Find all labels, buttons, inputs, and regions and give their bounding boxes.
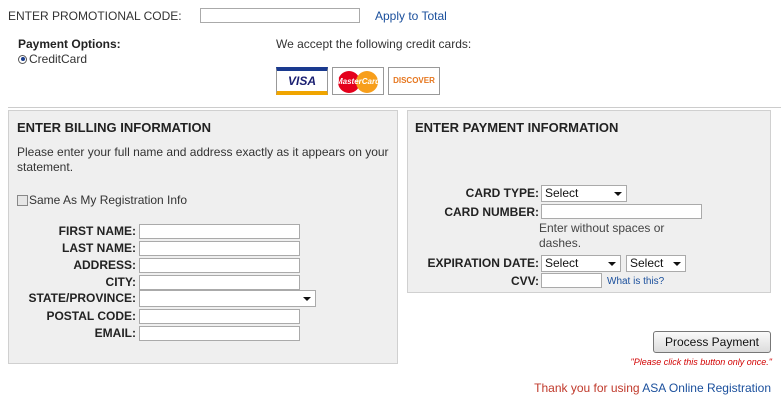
billing-panel: ENTER BILLING INFORMATION Please enter y…	[8, 110, 398, 364]
expiration-date-label: EXPIRATION DATE:	[427, 256, 539, 270]
accepted-cards-text: We accept the following credit cards:	[276, 37, 472, 51]
postal-code-input[interactable]	[139, 309, 300, 324]
state-province-label: STATE/PROVINCE:	[28, 291, 136, 305]
same-as-registration-option[interactable]: Same As My Registration Info	[17, 193, 187, 207]
thank-you-text: Thank you for using ASA Online Registrat…	[440, 381, 771, 395]
expiration-month-value: Select	[545, 256, 579, 270]
chevron-down-icon	[608, 262, 616, 266]
promo-code-input[interactable]	[200, 8, 360, 23]
address-label: ADDRESS:	[73, 258, 136, 272]
email-label: EMAIL:	[94, 326, 136, 340]
cvv-label: CVV:	[510, 274, 539, 288]
address-input[interactable]	[139, 258, 300, 273]
expiration-year-value: Select	[630, 256, 664, 270]
section-divider	[8, 107, 781, 108]
click-once-warning: "Please click this button only once."	[630, 357, 772, 367]
payment-options-title: Payment Options:	[18, 37, 121, 51]
payment-panel: ENTER PAYMENT INFORMATION CARD TYPE: Sel…	[407, 110, 771, 293]
creditcard-radio-label: CreditCard	[29, 52, 88, 66]
city-input[interactable]	[139, 275, 300, 290]
payment-title: ENTER PAYMENT INFORMATION	[415, 120, 619, 135]
card-type-value: Select	[545, 186, 579, 200]
billing-instructions: Please enter your full name and address …	[17, 145, 389, 174]
state-province-select[interactable]	[139, 290, 316, 307]
creditcard-radio-option[interactable]: CreditCard	[18, 52, 87, 66]
mastercard-logo: MasterCard	[332, 67, 384, 95]
card-type-select[interactable]: Select	[541, 185, 627, 202]
card-type-label: CARD TYPE:	[465, 186, 539, 200]
same-as-registration-checkbox[interactable]	[17, 194, 28, 206]
last-name-label: LAST NAME:	[62, 241, 136, 255]
promo-code-label: ENTER PROMOTIONAL CODE:	[8, 9, 182, 23]
first-name-label: FIRST NAME:	[58, 224, 136, 238]
same-as-registration-label: Same As My Registration Info	[29, 193, 188, 207]
visa-logo: VISA	[276, 67, 328, 95]
first-name-input[interactable]	[139, 224, 300, 239]
chevron-down-icon	[614, 192, 622, 196]
card-number-label: CARD NUMBER:	[444, 205, 539, 219]
card-number-input[interactable]	[541, 204, 702, 219]
creditcard-radio[interactable]	[18, 54, 27, 64]
chevron-down-icon	[673, 262, 681, 266]
email-input[interactable]	[139, 326, 300, 341]
card-number-hint: Enter without spaces or dashes.	[539, 221, 665, 250]
cvv-input[interactable]	[541, 273, 602, 288]
process-payment-button[interactable]: Process Payment	[653, 331, 771, 353]
billing-title: ENTER BILLING INFORMATION	[17, 120, 212, 135]
last-name-input[interactable]	[139, 241, 300, 256]
thank-you-prefix: Thank you for using	[534, 381, 643, 395]
city-label: CITY:	[105, 275, 136, 289]
expiration-month-select[interactable]: Select	[541, 255, 621, 272]
cvv-help-link[interactable]: What is this?	[607, 276, 664, 287]
expiration-year-select[interactable]: Select	[626, 255, 686, 272]
apply-to-total-link[interactable]: Apply to Total	[375, 9, 447, 23]
accepted-cards-logos: VISA MasterCard DISCOVER	[276, 67, 440, 95]
discover-logo: DISCOVER	[388, 67, 440, 95]
chevron-down-icon	[303, 297, 311, 301]
asa-registration-link[interactable]: ASA Online Registration	[642, 381, 771, 395]
postal-code-label: POSTAL CODE:	[46, 309, 136, 323]
